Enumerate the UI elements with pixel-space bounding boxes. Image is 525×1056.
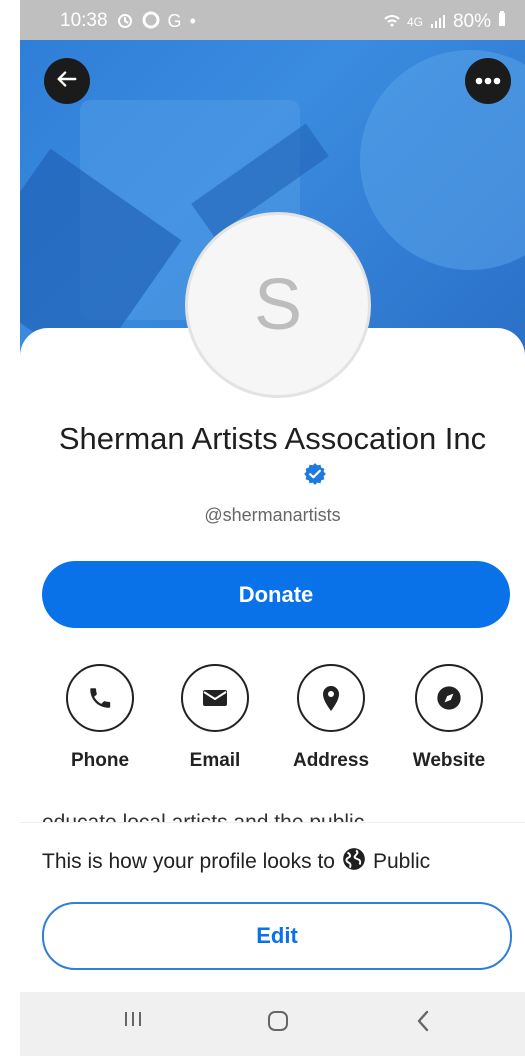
home-icon (265, 1011, 291, 1039)
dot-icon: • (189, 11, 196, 31)
status-bar: 10:38 G • 4G 80% (20, 0, 525, 40)
action-label: Address (292, 750, 370, 771)
action-website[interactable]: Website (394, 664, 504, 772)
verified-badge-icon (302, 461, 328, 492)
edit-label: Edit (256, 923, 298, 948)
arrow-left-icon (56, 68, 78, 95)
location-pin-icon (297, 664, 365, 732)
recent-apps-icon (122, 1010, 144, 1035)
profile-name-block: Sherman Artists Assocation Inc (20, 420, 525, 458)
globe-icon (341, 846, 367, 878)
circle-icon (142, 11, 160, 32)
profile-name: Sherman Artists Assocation Inc (58, 421, 487, 456)
home-button[interactable] (265, 1008, 291, 1040)
edit-profile-button[interactable]: Edit (42, 902, 512, 970)
chevron-left-icon (412, 1010, 434, 1039)
action-label: Phone (70, 750, 130, 771)
compass-icon (415, 664, 483, 732)
email-icon (181, 664, 249, 732)
status-right: 4G 80% (383, 10, 507, 34)
contact-actions: Phone Email Address Website (20, 664, 525, 774)
signal-icon (429, 12, 447, 33)
verified-row (20, 458, 525, 496)
avatar-initial: S (253, 265, 303, 345)
action-address[interactable]: Address (276, 664, 386, 772)
action-phone[interactable]: Phone (45, 664, 155, 772)
battery-icon (497, 10, 507, 34)
status-left: 10:38 G • (60, 10, 196, 32)
profile-handle: @shermanartists (204, 505, 341, 525)
more-options-button[interactable] (465, 58, 511, 104)
profile-visibility: This is how your profile looks to Public (42, 846, 430, 878)
more-dots-icon (475, 72, 501, 90)
network-type: 4G (406, 15, 423, 29)
g-icon: G (167, 11, 182, 31)
back-nav-button[interactable] (412, 1008, 434, 1040)
profile-description: educate local artists and the public (42, 806, 512, 822)
battery-percent: 80% (452, 11, 491, 32)
donate-button[interactable]: Donate (42, 561, 510, 628)
alarm-icon (116, 11, 134, 32)
donate-label: Donate (238, 581, 314, 607)
action-label: Email (189, 750, 241, 771)
back-button[interactable] (44, 58, 90, 104)
wifi-icon (383, 12, 401, 33)
android-nav-bar (20, 992, 525, 1056)
action-label: Website (412, 750, 486, 771)
status-time: 10:38 (60, 10, 108, 31)
visibility-audience: Public (372, 850, 431, 873)
action-email[interactable]: Email (160, 664, 270, 772)
app-frame: 10:38 G • 4G 80% S Sherman Artists Assoc… (20, 0, 525, 1056)
visibility-prefix: This is how your profile looks to (42, 850, 335, 873)
phone-icon (66, 664, 134, 732)
avatar: S (185, 212, 371, 398)
recent-apps-button[interactable] (122, 1008, 144, 1036)
